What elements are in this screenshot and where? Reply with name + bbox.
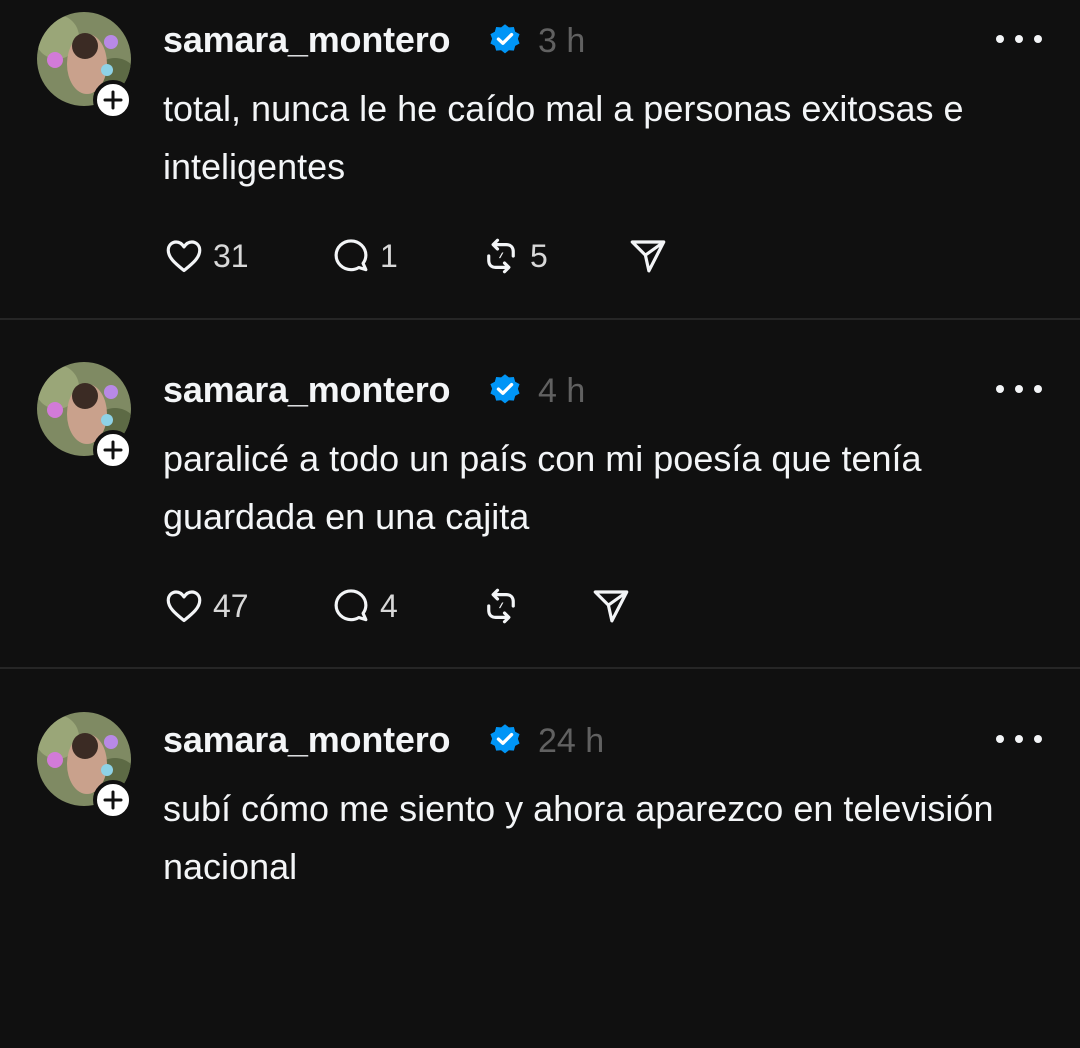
thread-post[interactable]: samara_montero 3 h total, nunca le he ca…	[0, 0, 1080, 348]
plus-icon	[103, 440, 123, 460]
timestamp: 4 h	[538, 372, 586, 410]
heart-icon	[166, 240, 202, 273]
like-button[interactable]: 47	[163, 582, 249, 630]
repost-icon	[487, 238, 515, 274]
more-options-icon	[996, 35, 1004, 43]
reply-button[interactable]: 1	[330, 232, 398, 280]
timestamp: 3 h	[538, 22, 586, 60]
plus-icon	[103, 90, 123, 110]
thread-post[interactable]: samara_montero 24 h subí cómo me siento …	[0, 700, 1080, 1048]
post-divider	[0, 318, 1080, 320]
more-options-button[interactable]	[996, 724, 1042, 754]
reply-count: 1	[380, 238, 398, 274]
send-icon	[593, 590, 629, 623]
plus-icon	[103, 790, 123, 810]
like-button[interactable]: 31	[163, 232, 249, 280]
avatar-container[interactable]	[37, 362, 133, 470]
reply-button[interactable]: 4	[330, 582, 398, 630]
more-options-button[interactable]	[996, 374, 1042, 404]
follow-button[interactable]	[93, 80, 133, 120]
username[interactable]: samara_montero	[163, 20, 451, 60]
verified-badge-icon	[490, 374, 520, 404]
threads-feed: samara_montero 3 h total, nunca le he ca…	[0, 0, 1080, 907]
follow-button[interactable]	[93, 430, 133, 470]
share-button[interactable]	[590, 582, 632, 630]
more-options-button[interactable]	[996, 24, 1042, 54]
post-divider	[0, 667, 1080, 669]
username[interactable]: samara_montero	[163, 720, 451, 760]
like-count: 31	[213, 238, 249, 274]
repost-count: 5	[530, 238, 548, 274]
more-options-icon	[996, 385, 1004, 393]
repost-button[interactable]: 5	[480, 232, 548, 280]
verified-badge-icon	[490, 724, 520, 754]
follow-button[interactable]	[93, 780, 133, 820]
comment-icon	[334, 239, 368, 272]
send-icon	[630, 240, 666, 273]
post-text: subí cómo me siento y ahora aparezco en …	[163, 788, 994, 887]
post-text: total, nunca le he caído mal a personas …	[163, 88, 964, 187]
avatar-container[interactable]	[37, 12, 133, 120]
repost-button[interactable]	[480, 582, 530, 630]
comment-icon	[334, 589, 368, 622]
more-options-icon	[996, 735, 1004, 743]
post-text: paralicé a todo un país con mi poesía qu…	[163, 438, 922, 537]
reply-count: 4	[380, 588, 398, 624]
like-count: 47	[213, 588, 249, 624]
username[interactable]: samara_montero	[163, 370, 451, 410]
share-button[interactable]	[627, 232, 669, 280]
repost-icon	[487, 588, 515, 624]
timestamp: 24 h	[538, 722, 605, 760]
thread-post[interactable]: samara_montero 4 h paralicé a todo un pa…	[0, 350, 1080, 698]
heart-icon	[166, 590, 202, 623]
avatar-container[interactable]	[37, 712, 133, 820]
verified-badge-icon	[490, 24, 520, 54]
